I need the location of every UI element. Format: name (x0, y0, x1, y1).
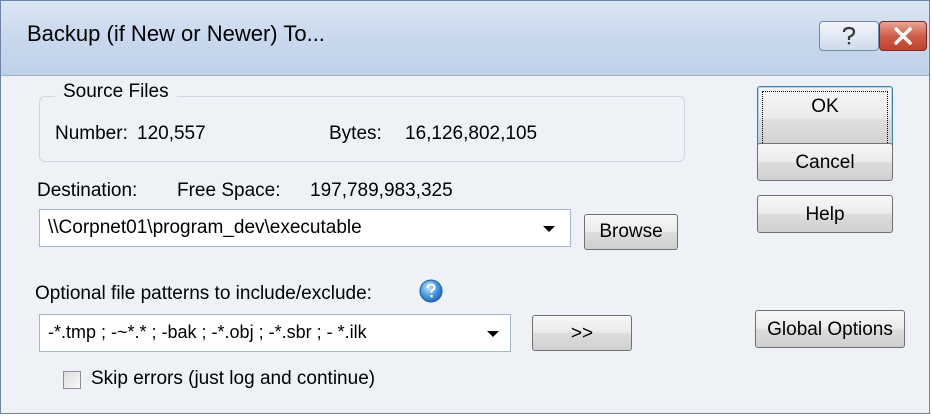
cancel-button-label: Cancel (795, 152, 855, 173)
number-label: Number: (55, 123, 128, 144)
global-options-label: Global Options (767, 319, 893, 340)
close-icon (894, 27, 912, 45)
source-files-legend: Source Files (55, 81, 177, 103)
destination-label: Destination: (37, 180, 138, 201)
destination-combo[interactable]: \\Corpnet01\program_dev\executable (39, 209, 571, 247)
info-icon[interactable] (419, 279, 443, 303)
patterns-value: -*.tmp ; -~*.* ; -bak ; -*.obj ; -*.sbr … (48, 322, 367, 342)
help-button[interactable]: Help (757, 195, 893, 233)
expand-patterns-button[interactable]: >> (532, 315, 632, 351)
title-bar[interactable]: Backup (if New or Newer) To... (1, 1, 929, 76)
window-title: Backup (if New or Newer) To... (27, 21, 325, 46)
chevron-down-icon[interactable] (486, 330, 500, 338)
help-icon (842, 26, 856, 45)
bytes-value: 16,126,802,105 (405, 123, 538, 144)
destination-path-value: \\Corpnet01\program_dev\executable (48, 217, 362, 238)
titlebar-help-button[interactable] (819, 21, 879, 51)
backup-dialog: Backup (if New or Newer) To... Source Fi… (0, 0, 930, 414)
skip-errors-checkbox[interactable] (63, 371, 81, 389)
number-value: 120,557 (137, 123, 206, 144)
patterns-label: Optional file patterns to include/exclud… (35, 283, 372, 304)
titlebar-close-button[interactable] (879, 21, 927, 51)
global-options-button[interactable]: Global Options (755, 310, 905, 348)
expand-patterns-label: >> (570, 323, 594, 344)
cancel-button[interactable]: Cancel (757, 143, 893, 181)
help-button-label: Help (805, 204, 845, 225)
browse-button[interactable]: Browse (584, 214, 678, 250)
free-space-value: 197,789,983,325 (310, 180, 453, 201)
browse-button-label: Browse (599, 221, 663, 242)
skip-errors-label[interactable]: Skip errors (just log and continue) (91, 368, 375, 390)
bytes-label: Bytes: (329, 123, 382, 144)
patterns-combo[interactable]: -*.tmp ; -~*.* ; -bak ; -*.obj ; -*.sbr … (39, 314, 511, 352)
free-space-label: Free Space: (177, 180, 281, 201)
chevron-down-icon[interactable] (542, 225, 556, 233)
focus-ring (762, 91, 888, 147)
